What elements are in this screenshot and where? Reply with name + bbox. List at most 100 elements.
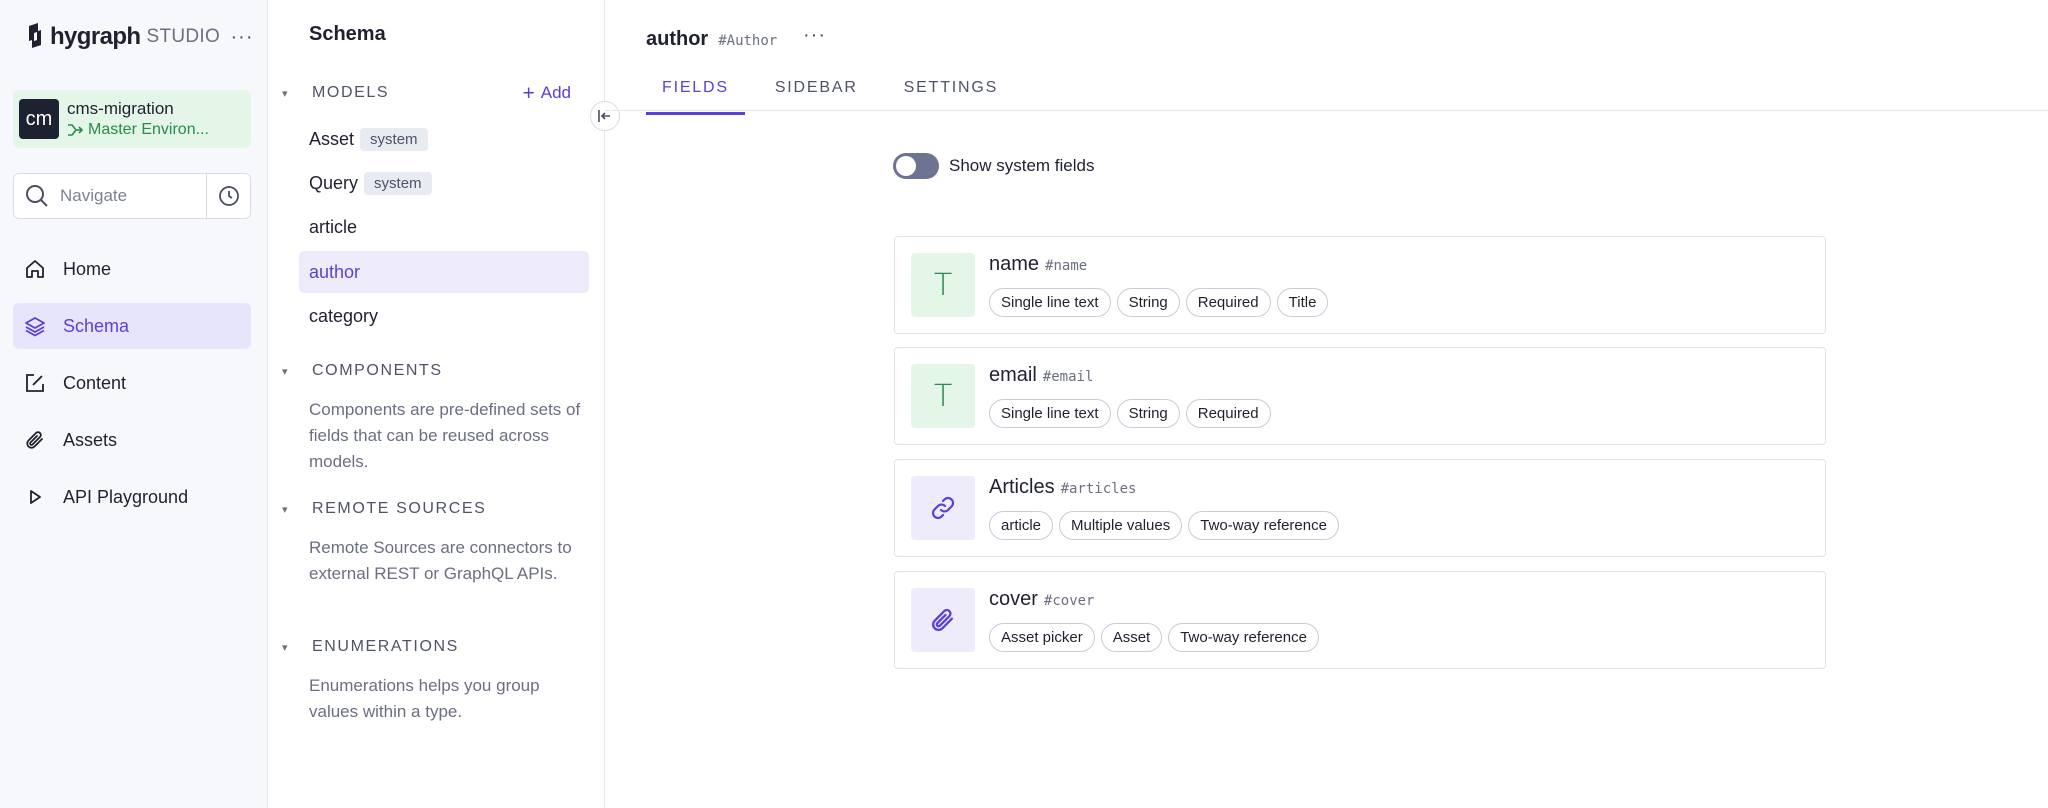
- field-api-id: #name: [1045, 258, 1088, 274]
- toggle-label: Show system fields: [949, 156, 1095, 175]
- navigate-search[interactable]: Navigate: [13, 173, 251, 219]
- field-api-id: #email: [1042, 369, 1094, 385]
- section-label: MODELS: [312, 84, 390, 101]
- components-description: Components are pre-defined sets of field…: [309, 400, 581, 471]
- brand-logo[interactable]: hygraph STUDIO: [26, 22, 220, 52]
- field-chips: article Multiple values Two-way referenc…: [989, 511, 1345, 540]
- field-chip: String: [1116, 399, 1180, 428]
- add-model-button[interactable]: + Add: [522, 83, 571, 104]
- model-item-category[interactable]: category: [299, 295, 589, 337]
- search-input[interactable]: Navigate: [60, 186, 206, 206]
- model-label: article: [309, 216, 358, 237]
- remote-sources-description: Remote Sources are connectors to externa…: [309, 538, 572, 583]
- components-section-header[interactable]: ▾ COMPONENTS: [282, 362, 587, 380]
- field-chips: Single line text String Required: [989, 399, 1277, 428]
- field-api-id: #cover: [1043, 593, 1095, 609]
- nav-item-label: Home: [63, 258, 112, 279]
- search-icon: [14, 174, 60, 218]
- field-chip: Required: [1185, 288, 1271, 317]
- project-avatar: cm: [19, 99, 59, 139]
- section-label: REMOTE SOURCES: [312, 500, 487, 517]
- model-item-author[interactable]: author: [299, 251, 589, 293]
- field-chip: Asset: [1100, 623, 1163, 652]
- nav-item-home[interactable]: Home: [13, 246, 251, 292]
- tab-settings[interactable]: SETTINGS: [888, 74, 1014, 115]
- field-chip: Single line text: [989, 399, 1111, 428]
- paperclip-icon: [911, 588, 975, 652]
- tab-sidebar[interactable]: SIDEBAR: [759, 74, 874, 115]
- field-chip: Single line text: [989, 288, 1111, 317]
- nav-item-label: Schema: [63, 315, 130, 336]
- field-name: cover: [989, 588, 1038, 610]
- field-chip: Required: [1185, 399, 1271, 428]
- text-field-icon: T: [911, 364, 975, 428]
- nav-item-label: Content: [63, 372, 127, 393]
- project-switcher[interactable]: cm cms-migration Master Environ...: [13, 90, 251, 148]
- nav-item-assets[interactable]: Assets: [13, 417, 251, 463]
- system-badge: system: [364, 171, 432, 195]
- home-icon: [23, 257, 47, 281]
- chevron-down-icon: ▾: [282, 87, 288, 100]
- branch-icon: [68, 123, 83, 136]
- field-chip: Asset picker: [989, 623, 1095, 652]
- main-nav: Home Schema Content Assets API Playgroun…: [13, 246, 251, 531]
- remote-sources-section-header[interactable]: ▾ REMOTE SOURCES: [282, 500, 587, 518]
- nav-item-content[interactable]: Content: [13, 360, 251, 406]
- nav-item-label: API Playground: [63, 486, 189, 507]
- environment-label: Master Environ...: [67, 120, 209, 140]
- chevron-down-icon: ▾: [282, 641, 288, 654]
- edit-icon: [23, 371, 47, 395]
- field-name: Articles: [989, 476, 1055, 498]
- model-api-id: #Author: [718, 33, 778, 49]
- system-fields-toggle-row: Show system fields: [893, 153, 1095, 179]
- play-icon: [23, 485, 47, 509]
- system-badge: system: [360, 127, 428, 151]
- models-section-header[interactable]: ▾ MODELS + Add: [282, 83, 587, 104]
- section-label: COMPONENTS: [312, 362, 443, 379]
- enumerations-description: Enumerations helps you group values with…: [309, 676, 540, 721]
- chevron-down-icon: ▾: [282, 503, 288, 516]
- field-card-cover[interactable]: cover #cover Asset picker Asset Two-way …: [894, 571, 1826, 669]
- section-label: ENUMERATIONS: [312, 638, 459, 655]
- chevron-down-icon: ▾: [282, 365, 288, 378]
- more-options-icon[interactable]: ···: [228, 24, 256, 50]
- show-system-fields-toggle[interactable]: [893, 153, 939, 179]
- model-item-article[interactable]: article: [299, 206, 589, 248]
- model-label: Asset: [309, 128, 355, 149]
- schema-panel: Schema ▾ MODELS + Add Asset system Query…: [268, 0, 605, 808]
- paperclip-icon: [23, 428, 47, 452]
- layers-icon: [23, 314, 47, 338]
- field-chips: Asset picker Asset Two-way reference: [989, 623, 1325, 652]
- environment-name: Master Environ...: [88, 120, 209, 138]
- field-chip: article: [989, 511, 1054, 540]
- field-card-name[interactable]: T name #name Single line text String Req…: [894, 236, 1826, 334]
- link-icon: [911, 476, 975, 540]
- model-item-query[interactable]: Query system: [299, 162, 589, 204]
- brand-name: hygraph: [50, 23, 141, 50]
- model-tabs: FIELDS SIDEBAR SETTINGS: [646, 74, 1028, 115]
- panel-title: Schema: [309, 23, 386, 45]
- field-chip: Multiple values: [1059, 511, 1183, 540]
- field-name: name: [989, 253, 1040, 275]
- hygraph-logo-icon: [29, 23, 41, 48]
- model-title: author: [646, 28, 709, 50]
- tab-fields[interactable]: FIELDS: [646, 74, 745, 115]
- nav-item-schema[interactable]: Schema: [13, 303, 251, 349]
- model-more-icon[interactable]: ···: [803, 24, 826, 47]
- field-chips: Single line text String Required Title: [989, 288, 1334, 317]
- model-item-asset[interactable]: Asset system: [299, 118, 589, 160]
- field-api-id: #articles: [1060, 481, 1137, 497]
- brand-sub: STUDIO: [146, 26, 221, 47]
- model-label: category: [309, 305, 379, 326]
- enumerations-section-header[interactable]: ▾ ENUMERATIONS: [282, 638, 587, 656]
- main-content: author #Author ··· FIELDS SIDEBAR SETTIN…: [605, 0, 2048, 808]
- text-field-icon: T: [911, 253, 975, 317]
- add-label: Add: [540, 83, 571, 102]
- plus-icon: +: [522, 81, 535, 105]
- field-name: email: [989, 364, 1037, 386]
- nav-item-api-playground[interactable]: API Playground: [13, 474, 251, 520]
- history-icon[interactable]: [206, 174, 250, 218]
- field-card-articles[interactable]: Articles #articles article Multiple valu…: [894, 459, 1826, 557]
- field-card-email[interactable]: T email #email Single line text String R…: [894, 347, 1826, 445]
- field-chip: Two-way reference: [1188, 511, 1339, 540]
